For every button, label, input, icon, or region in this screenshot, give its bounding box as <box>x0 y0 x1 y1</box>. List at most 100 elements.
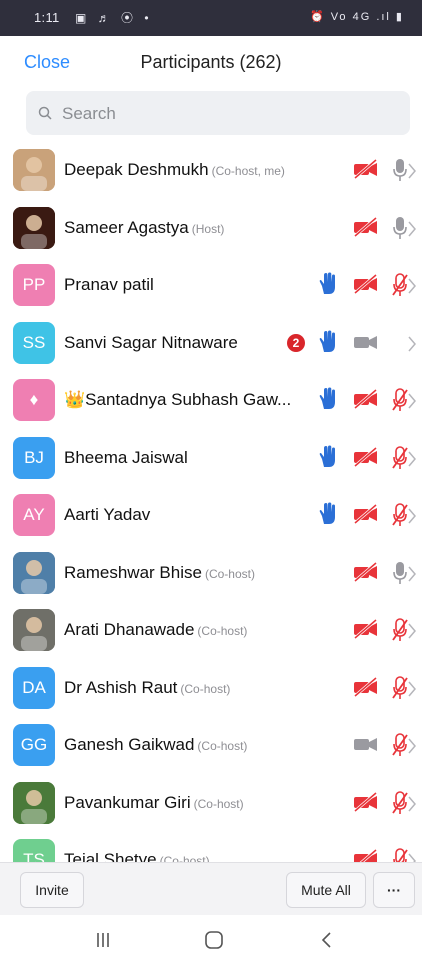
participant-name-text: Pranav patil <box>64 275 154 294</box>
page-title: Participants (262) <box>140 52 282 72</box>
android-nav-bar <box>0 915 422 967</box>
video-off-icon[interactable] <box>352 676 380 698</box>
video-off-icon[interactable] <box>352 216 380 238</box>
participant-role: (Co-host) <box>193 796 244 811</box>
raised-hand-icon <box>319 272 335 294</box>
participant-name-text: Dr Ashish Raut <box>64 677 178 697</box>
participant-name: Pranav patil <box>64 275 154 295</box>
participant-name: Ganesh Gaikwad (Co-host) <box>64 735 247 755</box>
more-options-button[interactable]: ··· <box>373 872 415 908</box>
avatar <box>13 781 55 824</box>
chevron-right-icon[interactable] <box>406 851 418 862</box>
chevron-right-icon[interactable] <box>406 334 418 354</box>
video-off-icon[interactable] <box>352 791 380 813</box>
search-input[interactable] <box>60 91 394 137</box>
participant-name: Deepak Deshmukh (Co-host, me) <box>64 160 285 180</box>
back-icon[interactable] <box>320 931 332 949</box>
avatar: SS <box>13 321 55 364</box>
participant-row[interactable]: SS Sanvi Sagar Nitnaware 2 <box>0 315 422 372</box>
notification-icons: ▣ ♬ ⦿ • <box>75 11 153 25</box>
raised-hand-icon <box>319 445 335 467</box>
video-off-icon[interactable] <box>352 618 380 640</box>
video-off-icon[interactable] <box>352 446 380 468</box>
participant-row[interactable]: Rameshwar Bhise (Co-host) <box>0 545 422 602</box>
participant-name-text: Ganesh Gaikwad <box>64 735 195 754</box>
participant-row[interactable]: PP Pranav patil <box>0 257 422 314</box>
chevron-right-icon[interactable] <box>406 219 418 239</box>
avatar: TS <box>13 839 55 862</box>
recent-apps-icon[interactable] <box>95 931 111 949</box>
raised-hand-icon <box>319 387 335 409</box>
participant-name-text: Deepak Deshmukh <box>64 160 209 179</box>
mute-all-button[interactable]: Mute All <box>286 872 366 908</box>
raised-hand-icon <box>319 330 335 352</box>
search-bar[interactable] <box>26 91 410 137</box>
participant-name-text: Aarti Yadav <box>64 505 151 524</box>
chevron-right-icon[interactable] <box>406 794 418 814</box>
video-icon[interactable] <box>352 331 380 353</box>
chevron-right-icon[interactable] <box>406 621 418 641</box>
video-off-icon[interactable] <box>352 561 380 583</box>
participant-row[interactable]: Arati Dhanawade (Co-host) <box>0 602 422 659</box>
avatar: PP <box>13 264 55 306</box>
chevron-right-icon[interactable] <box>406 391 418 411</box>
chevron-right-icon[interactable] <box>406 449 418 469</box>
invite-button[interactable]: Invite <box>20 872 84 908</box>
video-off-icon[interactable] <box>352 848 380 862</box>
status-time: 1:11 <box>34 10 60 25</box>
participant-role: (Co-host) <box>180 681 231 696</box>
search-icon <box>38 106 52 120</box>
avatar: AY <box>13 494 55 536</box>
participant-name: Dr Ashish Raut (Co-host) <box>64 678 230 698</box>
participant-row[interactable]: BJ Bheema Jaiswal <box>0 430 422 487</box>
chevron-right-icon[interactable] <box>406 736 418 756</box>
participant-name-text: Sameer Agastya <box>64 217 189 237</box>
participant-name: Sanvi Sagar Nitnaware <box>64 333 238 353</box>
participant-name-text: Sanvi Sagar Nitnaware <box>64 332 238 352</box>
participant-name: Rameshwar Bhise (Co-host) <box>64 563 255 583</box>
avatar <box>13 609 55 651</box>
participant-name: Arati Dhanawade (Co-host) <box>64 620 247 640</box>
participant-name-text: 👑Santadnya Subhash Gaw... <box>64 390 292 409</box>
participant-role: (Co-host) <box>197 624 248 638</box>
participant-name: Aarti Yadav <box>64 505 150 525</box>
avatar: BJ <box>13 436 55 479</box>
participant-row[interactable]: Deepak Deshmukh (Co-host, me) <box>0 142 422 199</box>
home-icon[interactable] <box>204 931 224 949</box>
avatar: GG <box>13 724 55 766</box>
participant-role: (Co-host) <box>204 566 255 581</box>
participant-role: (Co-host) <box>159 854 210 862</box>
chevron-right-icon[interactable] <box>406 161 418 181</box>
participants-list[interactable]: Deepak Deshmukh (Co-host, me) Sameer Agas… <box>0 142 422 862</box>
chevron-right-icon[interactable] <box>406 506 418 526</box>
participant-row[interactable]: ♦ 👑Santadnya Subhash Gaw... <box>0 372 422 429</box>
participant-name: Bheema Jaiswal <box>64 448 188 468</box>
participant-name: Tejal Shetye (Co-host) <box>64 850 210 862</box>
avatar <box>13 149 55 191</box>
chevron-right-icon[interactable] <box>406 679 418 699</box>
chevron-right-icon[interactable] <box>406 276 418 296</box>
avatar: DA <box>13 666 55 709</box>
avatar <box>13 206 55 249</box>
status-bar: 1:11 ▣ ♬ ⦿ • ⏰ Vo 4G .ıl ▮ <box>0 0 422 36</box>
video-off-icon[interactable] <box>352 503 380 525</box>
participant-name: Sameer Agastya (Host) <box>64 218 224 238</box>
bottom-toolbar: Invite Mute All ··· <box>0 862 422 915</box>
chevron-right-icon[interactable] <box>406 564 418 584</box>
video-off-icon[interactable] <box>352 158 380 180</box>
participant-row[interactable]: TS Tejal Shetye (Co-host) <box>0 832 422 862</box>
participant-role: (Co-host) <box>197 739 248 753</box>
participant-role: (Co-host, me) <box>211 164 285 178</box>
video-off-icon[interactable] <box>352 388 380 410</box>
participant-role: (Host) <box>191 221 225 236</box>
participant-name-text: Rameshwar Bhise <box>64 562 202 582</box>
participant-row[interactable]: Sameer Agastya (Host) <box>0 200 422 257</box>
participant-row[interactable]: GG Ganesh Gaikwad (Co-host) <box>0 717 422 774</box>
participant-row[interactable]: AY Aarti Yadav <box>0 487 422 544</box>
video-off-icon[interactable] <box>352 273 380 295</box>
participant-name: Pavankumar Giri (Co-host) <box>64 793 244 813</box>
participant-row[interactable]: Pavankumar Giri (Co-host) <box>0 775 422 832</box>
video-icon[interactable] <box>352 733 380 755</box>
participant-row[interactable]: DA Dr Ashish Raut (Co-host) <box>0 660 422 717</box>
avatar <box>13 551 55 594</box>
